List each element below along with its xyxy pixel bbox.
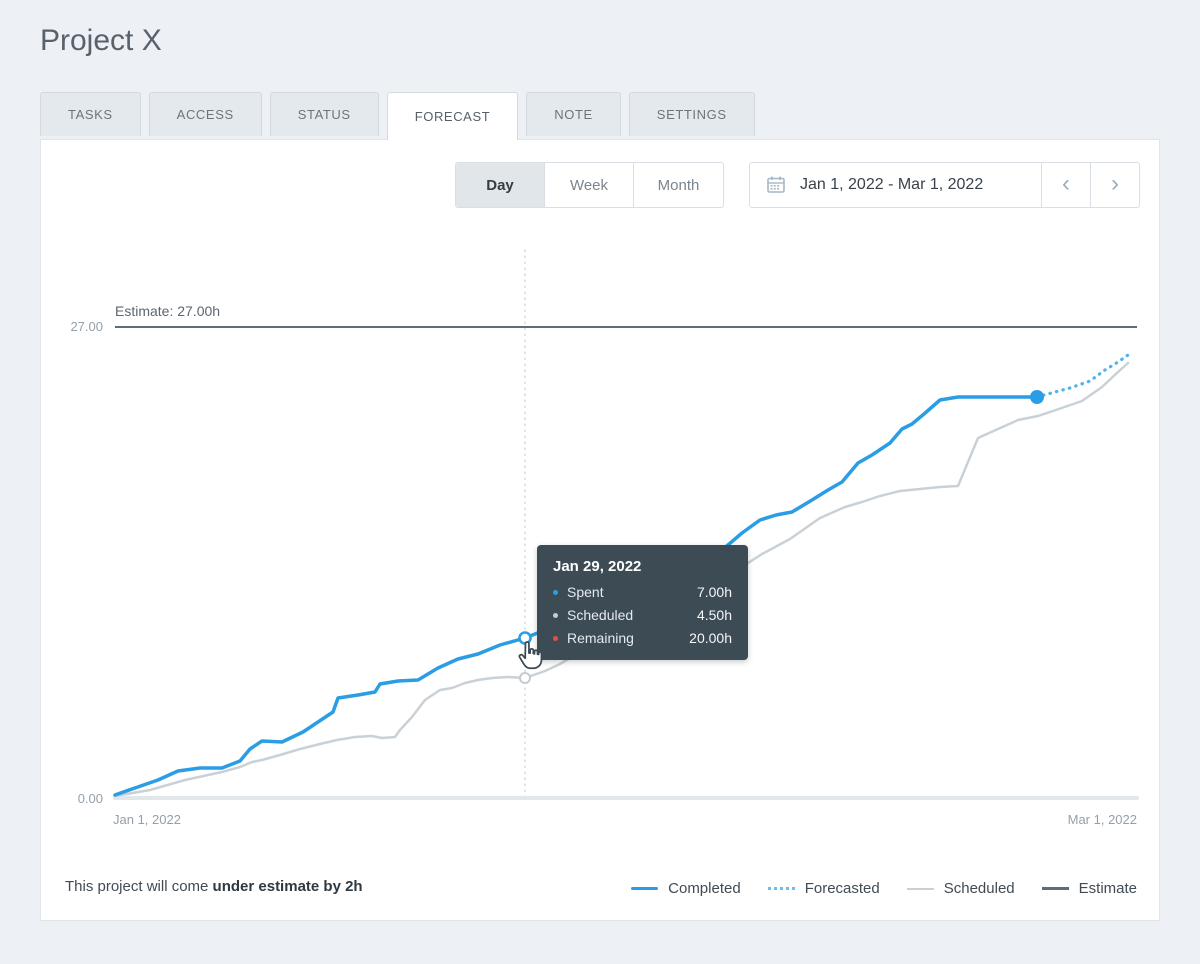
- legend-completed: Completed: [631, 880, 741, 897]
- tooltip-row-remaining: Remaining 20.00h: [553, 630, 732, 646]
- tab-forecast[interactable]: FORECAST: [386, 92, 519, 140]
- estimate-annotation: Estimate: 27.00h: [115, 303, 221, 319]
- spent-dot-icon: [553, 589, 558, 595]
- tab-settings[interactable]: SETTINGS: [628, 92, 755, 136]
- x-label-start: Jan 1, 2022: [113, 812, 181, 827]
- date-range-value: Jan 1, 2022 - Mar 1, 2022: [800, 176, 984, 193]
- y-tick-0: 0.00: [77, 791, 103, 806]
- tooltip-row-label: Spent: [567, 584, 604, 600]
- legend-label: Estimate: [1078, 880, 1137, 897]
- tooltip-row-scheduled: Scheduled 4.50h: [553, 607, 732, 623]
- remaining-dot-icon: [553, 635, 558, 641]
- chart-legend: Completed Forecasted Scheduled Estimate: [0, 880, 1137, 897]
- tab-status[interactable]: STATUS: [269, 92, 379, 136]
- forecasted-line-icon: [767, 887, 795, 890]
- tooltip-row-value: 20.00h: [689, 630, 732, 646]
- y-tick-27: 27.00: [70, 319, 103, 334]
- chart-tooltip: Jan 29, 2022 Spent 7.00h Scheduled 4.50h…: [537, 545, 748, 660]
- tab-access[interactable]: ACCESS: [148, 92, 262, 136]
- legend-forecasted: Forecasted: [767, 880, 880, 897]
- legend-scheduled: Scheduled: [906, 880, 1015, 897]
- tooltip-row-spent: Spent 7.00h: [553, 584, 732, 600]
- completed-line-icon: [631, 887, 659, 890]
- calendar-icon: [765, 174, 787, 196]
- scheduled-line-icon: [906, 887, 934, 890]
- page-title: Project X: [40, 24, 162, 57]
- tooltip-row-value: 7.00h: [696, 584, 732, 600]
- legend-label: Scheduled: [943, 880, 1015, 897]
- tooltip-row-label: Remaining: [567, 630, 634, 646]
- legend-label: Completed: [668, 880, 741, 897]
- toggle-month[interactable]: Month: [634, 163, 723, 207]
- tooltip-date: Jan 29, 2022: [553, 558, 642, 575]
- next-period-button[interactable]: ›: [1090, 163, 1139, 207]
- estimate-line-icon: [1041, 887, 1069, 890]
- tab-note[interactable]: NOTE: [526, 92, 621, 136]
- toggle-day[interactable]: Day: [456, 163, 545, 207]
- tooltip-row-label: Scheduled: [567, 607, 634, 623]
- view-granularity-toggle: Day Week Month: [455, 162, 724, 208]
- toggle-week[interactable]: Week: [545, 163, 634, 207]
- scheduled-dot-icon: [553, 612, 558, 618]
- forecast-panel: [40, 139, 1160, 921]
- tab-bar: TASKS ACCESS STATUS FORECAST NOTE SETTIN…: [40, 92, 755, 140]
- x-label-end: Mar 1, 2022: [1067, 812, 1137, 827]
- pointer-cursor-icon: [514, 640, 546, 681]
- tab-tasks[interactable]: TASKS: [40, 92, 141, 136]
- legend-estimate: Estimate: [1041, 880, 1137, 897]
- date-range-picker[interactable]: Jan 1, 2022 - Mar 1, 2022 ‹ ›: [749, 162, 1140, 208]
- tooltip-row-value: 4.50h: [696, 607, 732, 623]
- legend-label: Forecasted: [804, 880, 880, 897]
- prev-period-button[interactable]: ‹: [1041, 163, 1090, 207]
